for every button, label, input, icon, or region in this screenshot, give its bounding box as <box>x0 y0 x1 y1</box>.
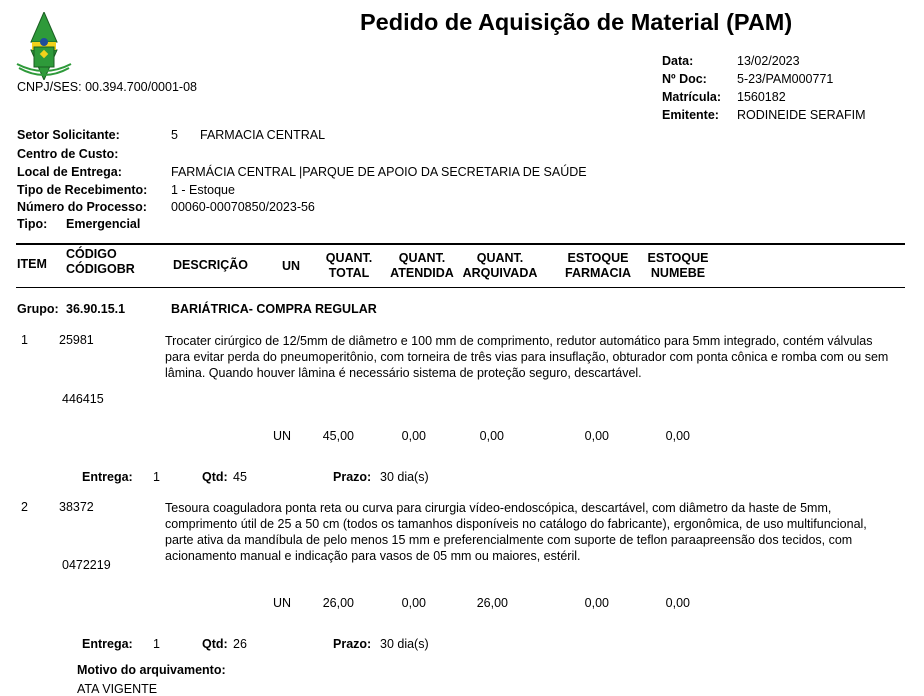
item-quant-arquivada: 26,00 <box>476 596 508 610</box>
item-quant-atendida: 0,00 <box>401 429 426 443</box>
emitente-label: Emitente: <box>662 108 719 122</box>
item-codigobr: 0472219 <box>62 558 111 572</box>
setor-value: FARMACIA CENTRAL <box>200 128 326 142</box>
emitente-value: RODINEIDE SERAFIM <box>737 108 866 122</box>
local-value: FARMÁCIA CENTRAL |PARQUE DE APOIO DA SEC… <box>171 165 587 179</box>
qtd-value: 45 <box>233 470 247 484</box>
col-quant-arquivada: QUANT. ARQUIVADA <box>462 251 538 280</box>
doc-value: 5-23/PAM000771 <box>737 72 834 86</box>
page-title: Pedido de Aquisição de Material (PAM) <box>360 9 793 35</box>
item-number: 1 <box>21 333 28 347</box>
entrega-value: 1 <box>153 637 160 651</box>
col-quant-atendida: QUANT. ATENDIDA <box>390 251 454 280</box>
prazo-label: Prazo: <box>333 470 372 484</box>
item-quant-atendida: 0,00 <box>401 596 426 610</box>
group-code: 36.90.15.1 <box>66 302 126 316</box>
data-label: Data: <box>662 54 694 68</box>
centro-label: Centro de Custo: <box>17 147 119 161</box>
item-estoque-farmacia: 0,00 <box>584 596 609 610</box>
processo-value: 00060-00070850/2023-56 <box>171 200 315 214</box>
header-bottom-rule <box>16 287 905 288</box>
matricula-value: 1560182 <box>737 90 786 104</box>
col-quant-total: QUANT. TOTAL <box>325 251 373 280</box>
col-codigo: CÓDIGO CÓDIGOBR <box>66 247 135 276</box>
item-number: 2 <box>21 500 28 514</box>
qtd-label: Qtd: <box>202 470 228 484</box>
item-estoque-numebe: 0,00 <box>665 596 690 610</box>
col-un: UN <box>282 259 301 273</box>
group-name: BARIÁTRICA- COMPRA REGULAR <box>171 302 377 316</box>
prazo-label: Prazo: <box>333 637 372 651</box>
col-estoque-farmacia: ESTOQUE FARMACIA <box>565 251 631 280</box>
recebimento-value: 1 - Estoque <box>171 183 235 197</box>
cnpj-text: CNPJ/SES: 00.394.700/0001-08 <box>17 80 197 94</box>
header-top-rule <box>16 243 905 245</box>
item-quant-total: 45,00 <box>322 429 354 443</box>
prazo-value: 30 dia(s) <box>380 470 429 484</box>
doc-label: Nº Doc: <box>662 72 707 86</box>
local-label: Local de Entrega: <box>17 165 122 179</box>
group-label: Grupo: <box>17 302 59 316</box>
item-un: UN <box>273 429 292 443</box>
prazo-value: 30 dia(s) <box>380 637 429 651</box>
item-codigobr: 446415 <box>62 392 104 406</box>
qtd-label: Qtd: <box>202 637 228 651</box>
data-value: 13/02/2023 <box>737 54 800 68</box>
item-estoque-numebe: 0,00 <box>665 429 690 443</box>
recebimento-label: Tipo de Recebimento: <box>17 183 148 197</box>
motivo-label: Motivo do arquivamento: <box>77 663 226 677</box>
col-estoque-numebe: ESTOQUE NUMEBE <box>647 251 709 280</box>
entrega-value: 1 <box>153 470 160 484</box>
tipo-label: Tipo: <box>17 217 48 231</box>
entrega-label: Entrega: <box>82 470 133 484</box>
tipo-value: Emergencial <box>66 217 141 231</box>
setor-label: Setor Solicitante: <box>17 128 120 142</box>
processo-label: Número do Processo: <box>17 200 147 214</box>
item-quant-total: 26,00 <box>322 596 354 610</box>
brasilia-logo-icon <box>16 12 72 80</box>
setor-code: 5 <box>171 128 178 142</box>
item-descricao: Tesoura coaguladora ponta reta ou curva … <box>165 501 867 563</box>
matricula-label: Matrícula: <box>662 90 722 104</box>
entrega-label: Entrega: <box>82 637 133 651</box>
item-descricao: Trocater cirúrgico de 12/5mm de diâmetro… <box>165 334 889 380</box>
item-estoque-farmacia: 0,00 <box>584 429 609 443</box>
item-codigo: 38372 <box>59 500 94 514</box>
item-un: UN <box>273 596 292 610</box>
qtd-value: 26 <box>233 637 247 651</box>
item-codigo: 25981 <box>59 333 94 347</box>
col-descricao: DESCRIÇÃO <box>173 258 249 272</box>
motivo-value: ATA VIGENTE <box>77 682 158 696</box>
col-item: ITEM <box>17 257 47 271</box>
item-quant-arquivada: 0,00 <box>479 429 504 443</box>
